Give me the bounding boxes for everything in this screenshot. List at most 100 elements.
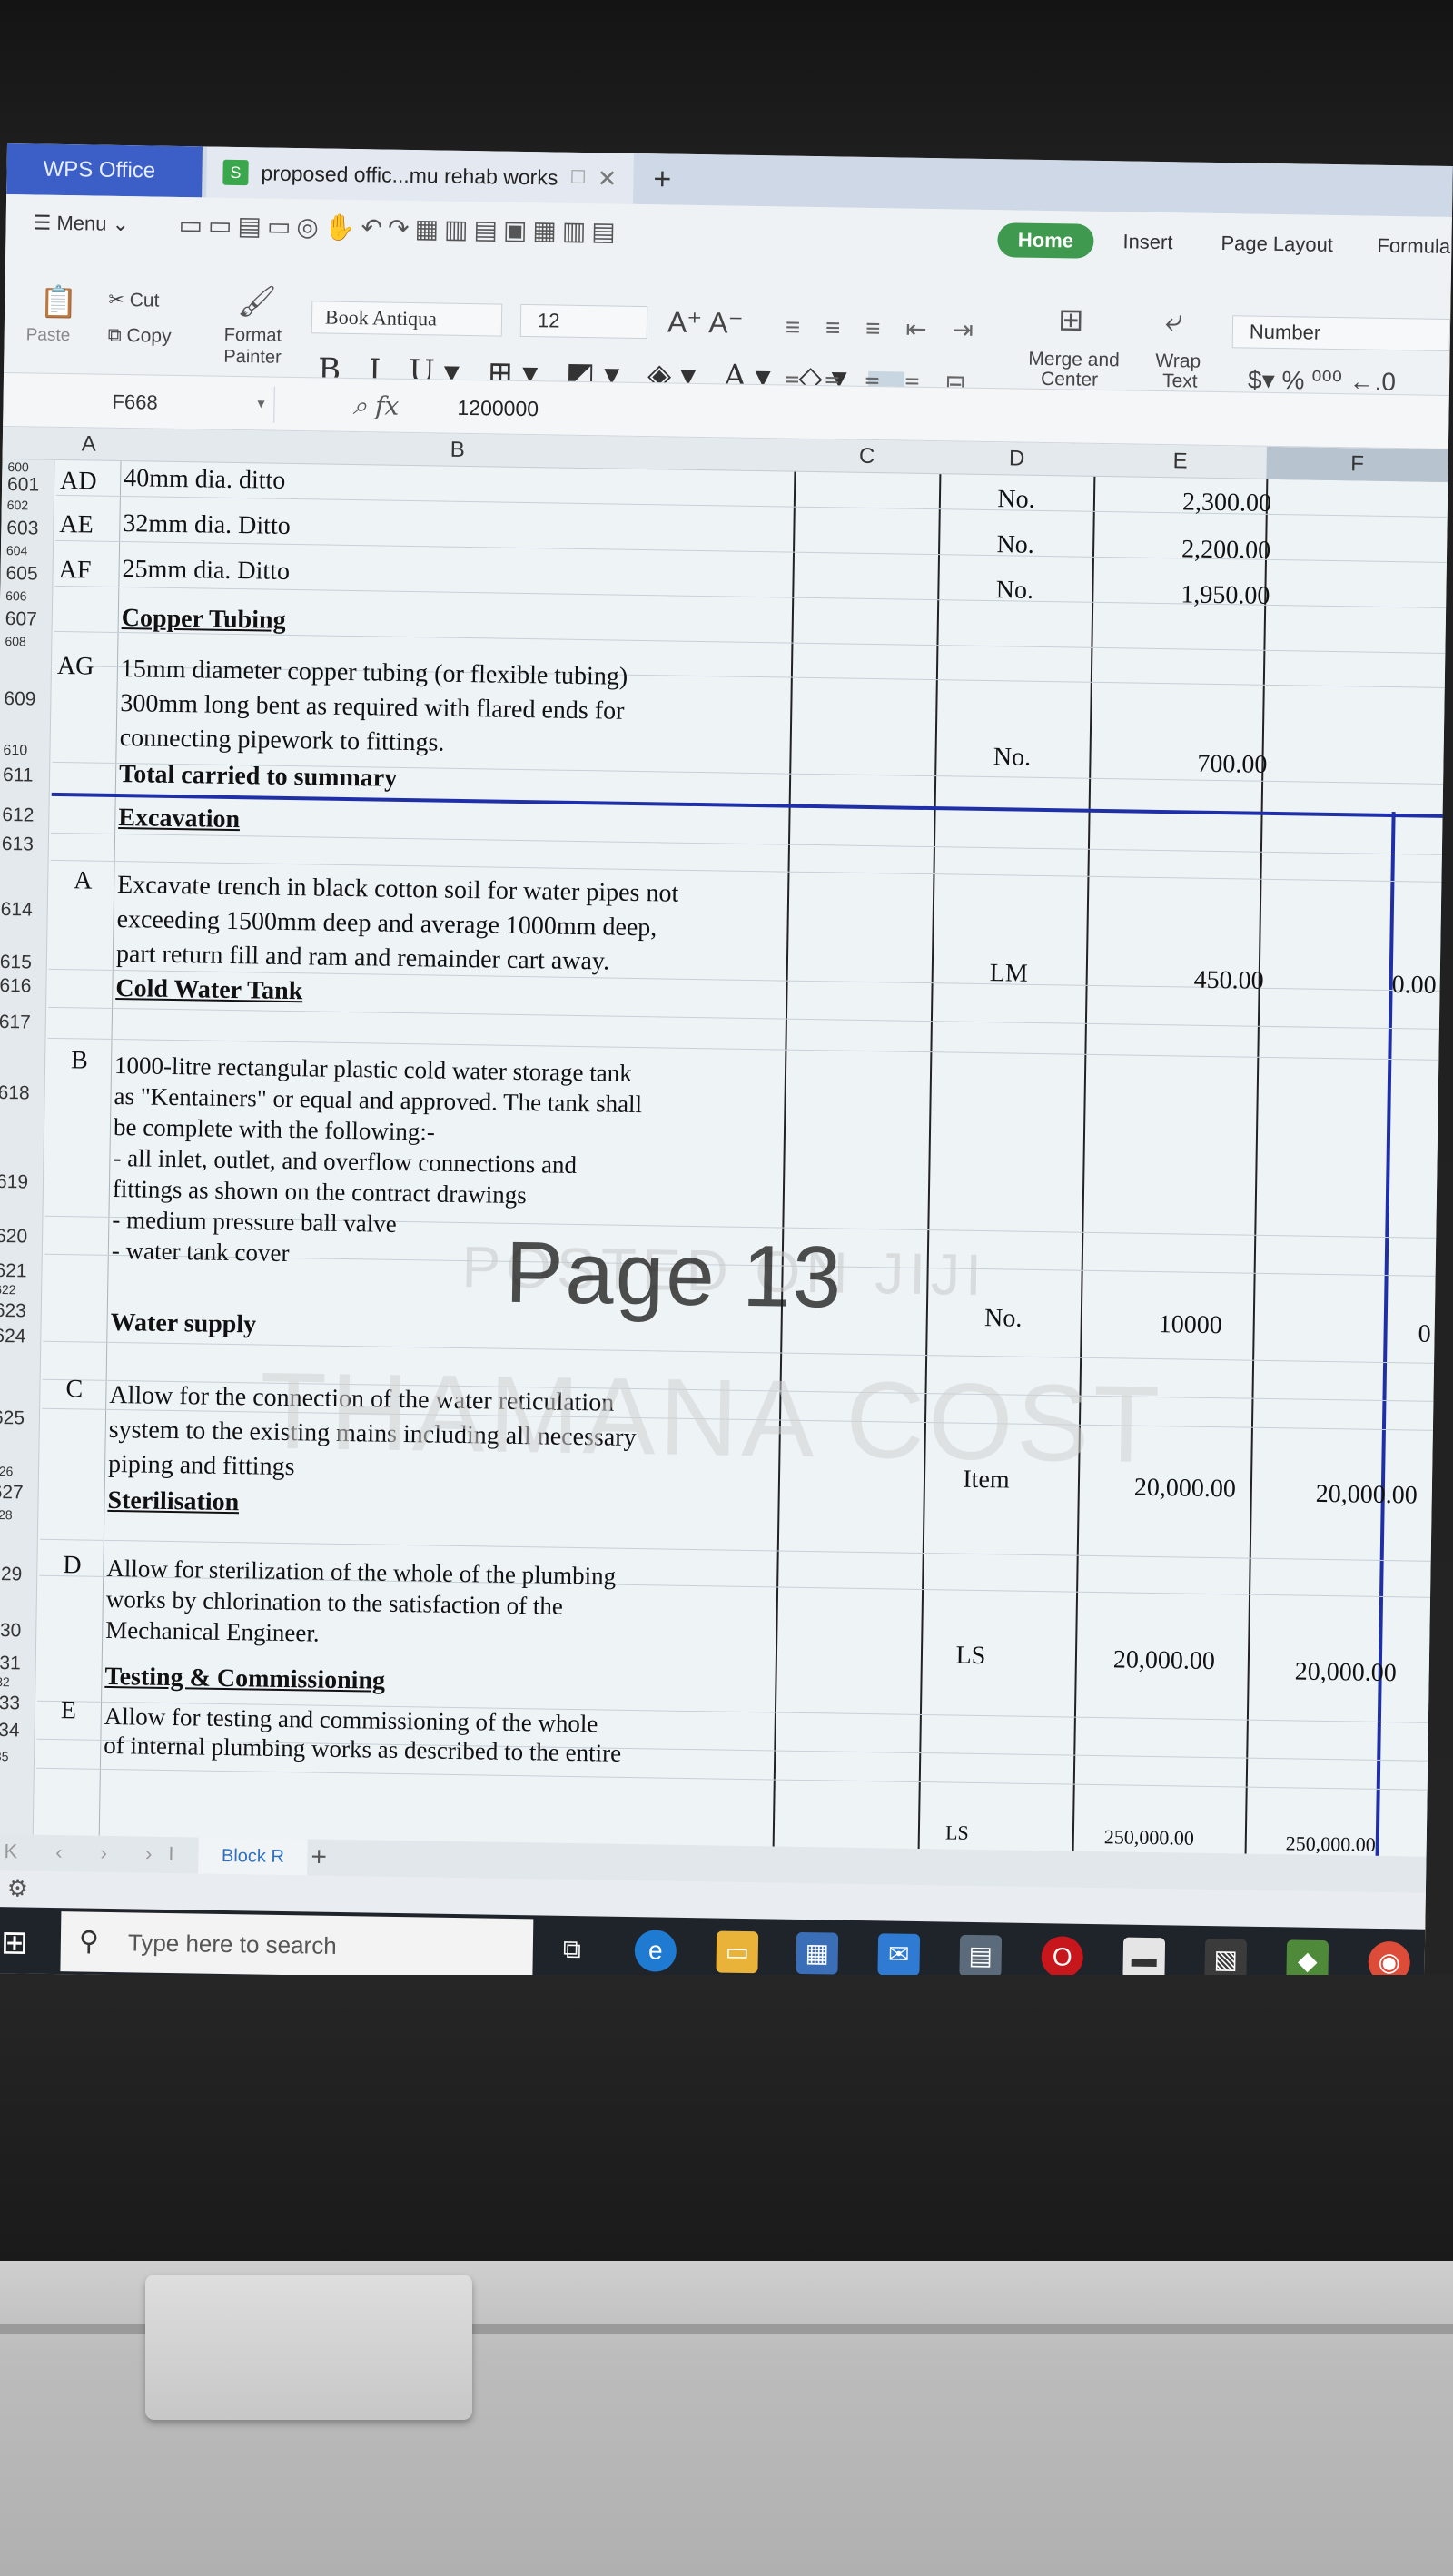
cut-button[interactable]: ✂ Cut [108,289,160,312]
name-box[interactable]: F668 ▾ [15,382,275,423]
format-painter-icon[interactable]: 🖌 [237,283,277,321]
row-number[interactable]: 612 [0,804,50,827]
row-number[interactable]: 601 [2,474,54,497]
edge-icon[interactable]: e [634,1930,677,1972]
section-heading[interactable]: Sterilisation [107,1484,239,1520]
row-number[interactable]: 635 [0,1749,35,1764]
calculator-icon[interactable]: ▤ [959,1934,1003,1978]
item-code[interactable]: D [63,1548,82,1583]
number-format-select[interactable]: Number [1231,315,1451,351]
row-number[interactable]: 631 [0,1653,36,1675]
item-rate[interactable]: 250,000.00 [1016,1825,1194,1850]
copy-button[interactable]: ⧉ Copy [107,325,172,348]
item-description[interactable]: 40mm dia. ditto [124,461,286,498]
row-number[interactable]: 602 [2,498,54,513]
item-rate[interactable]: 2,200.00 [1092,531,1271,568]
sheet-nav-arrows[interactable]: K ‹ › ›I [4,1840,190,1866]
item-code[interactable]: AE [59,508,94,543]
row-number[interactable]: 629 [0,1564,37,1586]
section-heading[interactable]: Cold Water Tank [115,972,303,1009]
row-number[interactable]: 609 [0,688,52,711]
item-description[interactable]: 32mm dia. Ditto [123,507,291,544]
wrap-text-icon[interactable]: ⤶ [1165,303,1183,339]
column-header-e[interactable]: E [1093,444,1267,479]
paste-button[interactable]: Paste [26,325,71,346]
item-amount[interactable]: 0.00 [1258,966,1437,1003]
row-number[interactable]: 621 [0,1260,43,1283]
fx-icon[interactable]: ⌕ fx [352,388,399,425]
item-unit[interactable]: No. [939,481,1094,518]
opera-icon[interactable]: O [1041,1936,1084,1979]
font-name-select[interactable]: Book Antiqua [311,301,503,337]
app-icon[interactable]: ▬ [1122,1937,1166,1980]
formula-input[interactable]: 1200000 [457,390,539,427]
macro-icon[interactable]: ⚙ [7,1874,29,1902]
row-number[interactable]: 626 [0,1464,39,1479]
wrap-text-label-1[interactable]: Wrap [1155,350,1201,373]
tab-formula[interactable]: Formula [1377,234,1450,259]
format-painter-label-1[interactable]: Format [224,325,282,347]
item-description[interactable]: Allow for testing and commissioning of t… [104,1702,622,1768]
close-icon[interactable]: ✕ [597,153,618,203]
section-heading[interactable]: Testing & Commissioning [104,1660,385,1699]
column-header-c[interactable]: C [794,439,940,475]
row-number[interactable]: 611 [0,765,50,787]
section-heading[interactable]: Excavation [118,801,240,837]
item-unit[interactable]: LS [880,1821,1034,1845]
item-description[interactable]: Allow for sterilization of the whole of … [105,1553,616,1653]
paste-icon[interactable]: 📋 [39,284,78,321]
font-grow-shrink-icon[interactable]: A⁺ A⁻ [667,304,744,340]
row-number[interactable]: 613 [0,834,49,856]
row-number[interactable]: 619 [0,1171,44,1194]
row-number[interactable]: 607 [0,608,53,631]
row-number[interactable]: 610 [0,743,51,760]
file-explorer-icon[interactable]: ▭ [716,1930,759,1974]
row-number[interactable]: 630 [0,1620,36,1643]
item-rate[interactable]: 2,300.00 [1093,484,1272,521]
row-number[interactable]: 603 [1,518,54,540]
row-number[interactable]: 605 [0,563,53,586]
format-painter-label-2[interactable]: Painter [223,347,282,369]
row-number[interactable]: 618 [0,1082,45,1105]
row-number[interactable]: 632 [0,1674,36,1690]
item-unit[interactable]: No. [938,527,1093,564]
section-heading[interactable]: Water supply [110,1306,256,1343]
new-tab-plus-icon[interactable]: + [653,153,672,204]
align-top-row[interactable]: ≡ ≡ ≡ ⇤ ⇥ [786,311,983,344]
row-number[interactable]: 616 [0,975,47,998]
item-rate[interactable]: 20,000.00 [1037,1642,1216,1679]
column-header-f[interactable]: F [1266,447,1448,482]
item-amount[interactable]: 0 [1252,1315,1431,1352]
item-code[interactable]: B [71,1043,88,1078]
cloud-icon[interactable]: ☐ [569,153,587,203]
merge-center-icon[interactable]: ⊞ [1058,301,1084,338]
item-description[interactable]: 15mm diameter copper tubing (or flexible… [119,652,628,764]
quick-access-toolbar[interactable]: ▭▭▤▭◎✋↶↷▦▥▤▣▦▥▤ [178,210,621,247]
row-number[interactable]: 615 [0,952,47,974]
item-unit[interactable]: LS [894,1638,1049,1675]
row-number[interactable]: 634 [0,1720,35,1742]
row-number[interactable]: 600 [2,459,54,475]
tab-page-layout[interactable]: Page Layout [1221,232,1333,257]
item-rate[interactable]: 1,950.00 [1092,577,1270,614]
row-number[interactable]: 608 [0,634,53,649]
item-description[interactable]: 25mm dia. Ditto [122,552,290,589]
add-sheet-icon[interactable]: + [311,1839,327,1875]
total-carried-label[interactable]: Total carried to summary [119,757,398,796]
row-number[interactable]: 627 [0,1482,39,1505]
windows-start-icon[interactable]: ⊞ [1,1923,29,1961]
item-amount[interactable]: 20,000.00 [1218,1653,1397,1691]
row-number[interactable]: 606 [0,588,53,604]
row-number[interactable]: 620 [0,1226,43,1249]
row-number[interactable]: 622 [0,1282,42,1298]
tab-insert[interactable]: Insert [1122,230,1172,254]
item-code[interactable]: AD [60,464,97,499]
taskbar-search-input[interactable]: ⚲ Type here to search [60,1911,534,1979]
item-code[interactable]: C [65,1372,83,1406]
row-number[interactable]: 614 [0,899,48,922]
item-unit[interactable]: No. [934,739,1090,776]
column-header-a[interactable]: A [57,428,122,461]
row-number[interactable]: 623 [0,1300,42,1323]
row-number[interactable]: 617 [0,1012,46,1034]
item-code[interactable]: AG [57,649,94,685]
